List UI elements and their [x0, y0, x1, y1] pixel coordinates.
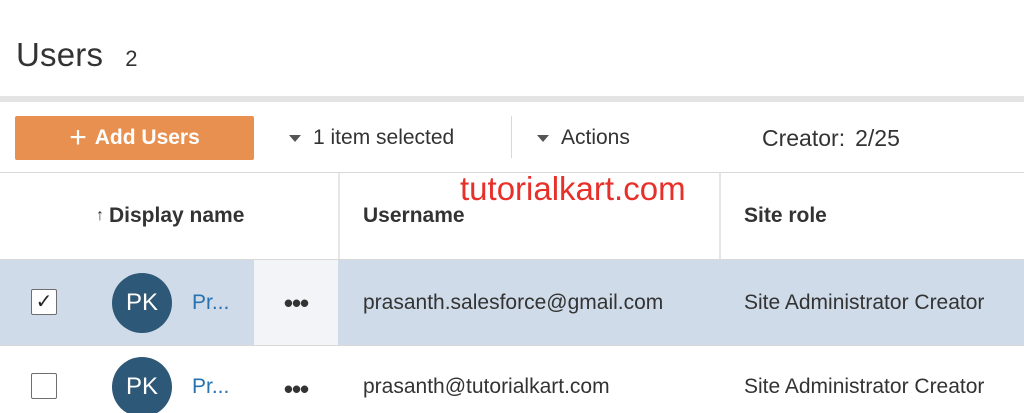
row-checkbox[interactable]: ✓: [31, 289, 57, 315]
row-more-cell: •••: [254, 260, 338, 345]
table-row[interactable]: PK Pr... ••• prasanth@tutorialkart.com S…: [0, 345, 1024, 413]
column-header-username[interactable]: Username: [363, 173, 465, 259]
more-horizontal-icon[interactable]: •••: [284, 376, 309, 402]
selection-dropdown[interactable]: 1 item selected: [289, 116, 454, 160]
column-header-label: Site role: [744, 204, 827, 227]
creator-value: 2/25: [855, 124, 900, 151]
more-horizontal-icon[interactable]: •••: [284, 290, 309, 316]
row-more-cell: •••: [254, 346, 338, 413]
plus-icon: +: [69, 121, 87, 154]
table-row[interactable]: ✓ PK Pr... ••• prasanth.salesforce@gmail…: [0, 259, 1024, 345]
column-separator: [719, 173, 721, 259]
username-cell: prasanth@tutorialkart.com: [363, 375, 610, 398]
column-header-label: Display name: [109, 204, 245, 227]
creator-label: Creator:: [762, 124, 846, 151]
watermark: tutorialkart.com: [460, 170, 686, 207]
add-users-label: Add Users: [94, 126, 200, 149]
user-count: 2: [125, 46, 138, 71]
avatar: PK: [112, 273, 172, 333]
caret-down-icon: [289, 134, 301, 142]
check-icon: ✓: [35, 291, 53, 313]
actions-dropdown[interactable]: Actions: [537, 116, 630, 160]
sort-up-icon: ↑: [96, 207, 104, 224]
display-name-link[interactable]: Pr...: [192, 375, 229, 399]
actions-label: Actions: [561, 126, 630, 149]
selection-label: 1 item selected: [313, 126, 455, 149]
toolbar: + Add Users 1 item selected Actions Crea…: [0, 102, 1024, 172]
column-header-site-role[interactable]: Site role: [744, 173, 827, 259]
site-role-cell: Site Administrator Creator: [744, 291, 985, 314]
caret-down-icon: [537, 134, 549, 142]
creator-quota: Creator: 2/25: [762, 116, 900, 160]
username-cell: prasanth.salesforce@gmail.com: [363, 291, 664, 314]
add-users-button[interactable]: + Add Users: [15, 116, 254, 160]
toolbar-separator: [511, 116, 512, 158]
column-header-display-name[interactable]: ↑ Display name: [96, 173, 244, 259]
site-role-cell: Site Administrator Creator: [744, 375, 985, 398]
page-header: Users 2: [16, 36, 137, 80]
column-header-label: Username: [363, 204, 465, 227]
avatar: PK: [112, 357, 172, 413]
page-title: Users: [16, 36, 104, 73]
column-separator: [338, 173, 340, 259]
row-checkbox[interactable]: [31, 373, 57, 399]
display-name-link[interactable]: Pr...: [192, 291, 229, 315]
